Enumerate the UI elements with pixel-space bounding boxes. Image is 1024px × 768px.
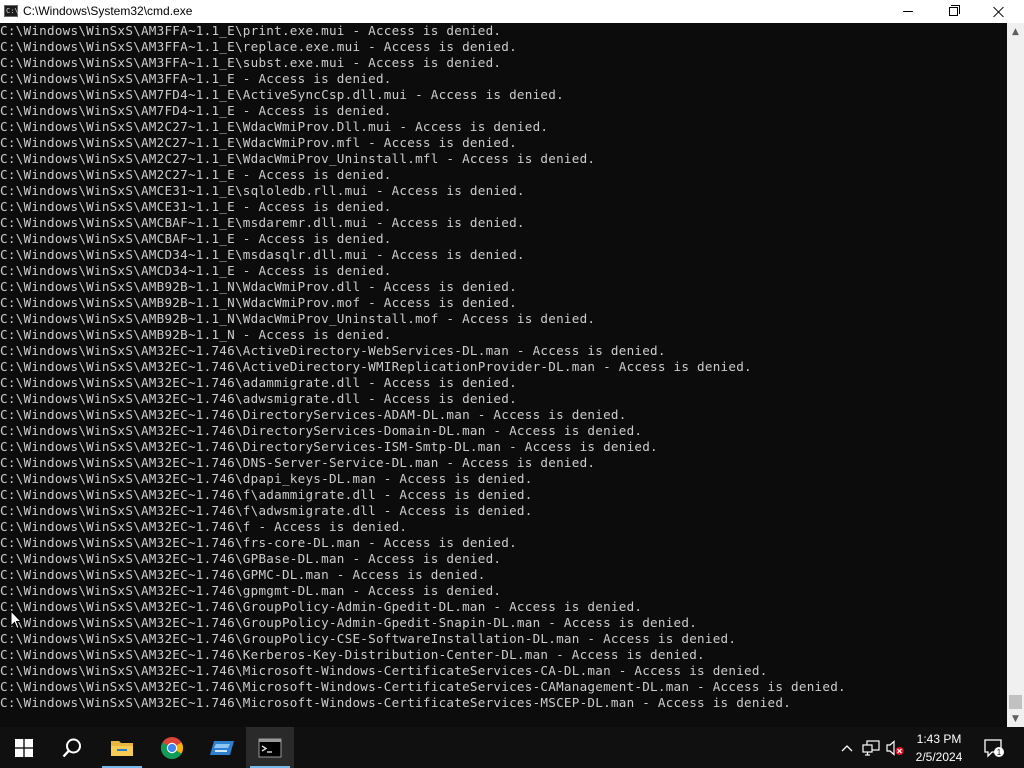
console-line: C:\Windows\WinSxS\AM32EC~1.746\gpmgmt-DL… [0, 583, 502, 598]
volume-button[interactable] [884, 727, 906, 768]
scroll-up-arrow-icon[interactable]: ▲ [1007, 23, 1024, 40]
console-line: C:\Windows\WinSxS\AM2C27~1.1_E\WdacWmiPr… [0, 135, 517, 150]
console-line: C:\Windows\WinSxS\AM32EC~1.746\GroupPoli… [0, 599, 643, 614]
console-line: C:\Windows\WinSxS\AMB92B~1.1_N - Access … [0, 327, 392, 342]
console-line: C:\Windows\WinSxS\AM2C27~1.1_E\WdacWmiPr… [0, 151, 596, 166]
console-line: C:\Windows\WinSxS\AM32EC~1.746\f\adwsmig… [0, 503, 533, 518]
console-line: C:\Windows\WinSxS\AM2C27~1.1_E - Access … [0, 167, 392, 182]
console-line: C:\Windows\WinSxS\AM32EC~1.746\f - Acces… [0, 519, 408, 534]
console-line: C:\Windows\WinSxS\AM2C27~1.1_E\WdacWmiPr… [0, 119, 549, 134]
clock-date: 2/5/2024 [915, 750, 963, 764]
console-line: C:\Windows\WinSxS\AM32EC~1.746\ActiveDir… [0, 359, 752, 374]
console-line: C:\Windows\WinSxS\AM32EC~1.746\GPMC-DL.m… [0, 567, 486, 582]
console-line: C:\Windows\WinSxS\AMCE31~1.1_E - Access … [0, 199, 392, 214]
close-icon [993, 6, 1005, 18]
console-line: C:\Windows\WinSxS\AM3FFA~1.1_E\subst.exe… [0, 55, 502, 70]
console-line: C:\Windows\WinSxS\AM32EC~1.746\Directory… [0, 407, 627, 422]
cmd-app-icon[interactable]: C:\ [4, 5, 19, 17]
console-line: C:\Windows\WinSxS\AM32EC~1.746\Microsoft… [0, 663, 768, 678]
minimize-icon [903, 11, 913, 12]
console-line: C:\Windows\WinSxS\AM32EC~1.746\Directory… [0, 423, 643, 438]
console-line: C:\Windows\WinSxS\AM32EC~1.746\Microsoft… [0, 695, 792, 710]
windows-logo-icon [15, 738, 33, 757]
cmd-taskbar-button[interactable] [246, 727, 294, 768]
network-button[interactable] [860, 727, 882, 768]
folder-icon [111, 740, 133, 756]
start-button[interactable] [0, 727, 48, 768]
window-title: C:\Windows\System32\cmd.exe [23, 4, 193, 18]
maximize-icon [948, 5, 960, 16]
search-icon [62, 738, 81, 757]
console-line: C:\Windows\WinSxS\AMB92B~1.1_N\WdacWmiPr… [0, 295, 517, 310]
server-manager-button[interactable] [198, 727, 246, 768]
scroll-down-arrow-icon[interactable]: ▼ [1007, 710, 1024, 727]
file-explorer-button[interactable] [98, 727, 146, 768]
console-line: C:\Windows\WinSxS\AM7FD4~1.1_E\ActiveSyn… [0, 87, 564, 102]
console-line: C:\Windows\WinSxS\AM32EC~1.746\GPBase-DL… [0, 551, 502, 566]
notification-icon: 1 [984, 738, 1004, 758]
cmd-icon [258, 738, 282, 757]
network-icon [862, 739, 880, 756]
console-line: C:\Windows\WinSxS\AM32EC~1.746\frs-core-… [0, 535, 517, 550]
console-line: C:\Windows\WinSxS\AMCBAF~1.1_E - Access … [0, 231, 392, 246]
notification-count: 1 [997, 748, 1002, 757]
vertical-scrollbar[interactable]: ▲ ▼ [1007, 23, 1024, 727]
console-line: C:\Windows\WinSxS\AM32EC~1.746\adammigra… [0, 375, 517, 390]
clock-time: 1:43 PM [916, 732, 962, 746]
console-line: C:\Windows\WinSxS\AM32EC~1.746\Microsoft… [0, 679, 846, 694]
console-line: C:\Windows\WinSxS\AMB92B~1.1_N\WdacWmiPr… [0, 311, 596, 326]
console-line: C:\Windows\WinSxS\AM32EC~1.746\adwsmigra… [0, 391, 517, 406]
chrome-button[interactable] [148, 727, 196, 768]
console-line: C:\Windows\WinSxS\AM32EC~1.746\ActiveDir… [0, 343, 666, 358]
title-bar[interactable]: C:\ C:\Windows\System32\cmd.exe [0, 0, 1024, 24]
server-manager-icon [210, 740, 234, 755]
console-line: C:\Windows\WinSxS\AMB92B~1.1_N\WdacWmiPr… [0, 279, 517, 294]
show-hidden-icons-button[interactable] [838, 727, 856, 768]
console-line: C:\Windows\WinSxS\AM3FFA~1.1_E\print.exe… [0, 23, 502, 38]
console-line: C:\Windows\WinSxS\AM32EC~1.746\dpapi_key… [0, 471, 533, 486]
console-line: C:\Windows\WinSxS\AM32EC~1.746\Directory… [0, 439, 658, 454]
console-line: C:\Windows\WinSxS\AM32EC~1.746\DNS-Serve… [0, 455, 596, 470]
console-line: C:\Windows\WinSxS\AM32EC~1.746\GroupPoli… [0, 615, 698, 630]
cmd-app-icon-label: C:\ [6, 7, 19, 15]
search-button[interactable] [48, 727, 96, 768]
taskbar: 1:43 PM 2/5/2024 1 [0, 727, 1024, 768]
clock[interactable]: 1:43 PM 2/5/2024 [908, 730, 970, 766]
console-line: C:\Windows\WinSxS\AM3FFA~1.1_E - Access … [0, 71, 392, 86]
console-line: C:\Windows\WinSxS\AM7FD4~1.1_E - Access … [0, 103, 392, 118]
console-output[interactable]: C:\Windows\WinSxS\AM3FFA~1.1_E\print.exe… [0, 23, 1007, 727]
maximize-button[interactable] [930, 0, 976, 23]
close-button[interactable] [976, 0, 1022, 23]
console-line: C:\Windows\WinSxS\AM3FFA~1.1_E\replace.e… [0, 39, 517, 54]
chevron-up-icon [841, 744, 853, 751]
console-line: C:\Windows\WinSxS\AMCBAF~1.1_E\msdaremr.… [0, 215, 525, 230]
mouse-cursor-icon [10, 610, 22, 630]
minimize-button[interactable] [885, 0, 931, 23]
console-line: C:\Windows\WinSxS\AMCD34~1.1_E\msdasqlr.… [0, 247, 525, 262]
console-line: C:\Windows\WinSxS\AM32EC~1.746\GroupPoli… [0, 631, 737, 646]
action-center-button[interactable]: 1 [978, 727, 1010, 768]
console-line: C:\Windows\WinSxS\AMCD34~1.1_E - Access … [0, 263, 392, 278]
chrome-icon [161, 736, 183, 759]
volume-muted-icon [886, 739, 904, 756]
console-line: C:\Windows\WinSxS\AM32EC~1.746\f\adammig… [0, 487, 533, 502]
scrollbar-thumb[interactable] [1009, 695, 1022, 709]
console-line: C:\Windows\WinSxS\AM32EC~1.746\Kerberos-… [0, 647, 705, 662]
console-line: C:\Windows\WinSxS\AMCE31~1.1_E\sqloledb.… [0, 183, 525, 198]
